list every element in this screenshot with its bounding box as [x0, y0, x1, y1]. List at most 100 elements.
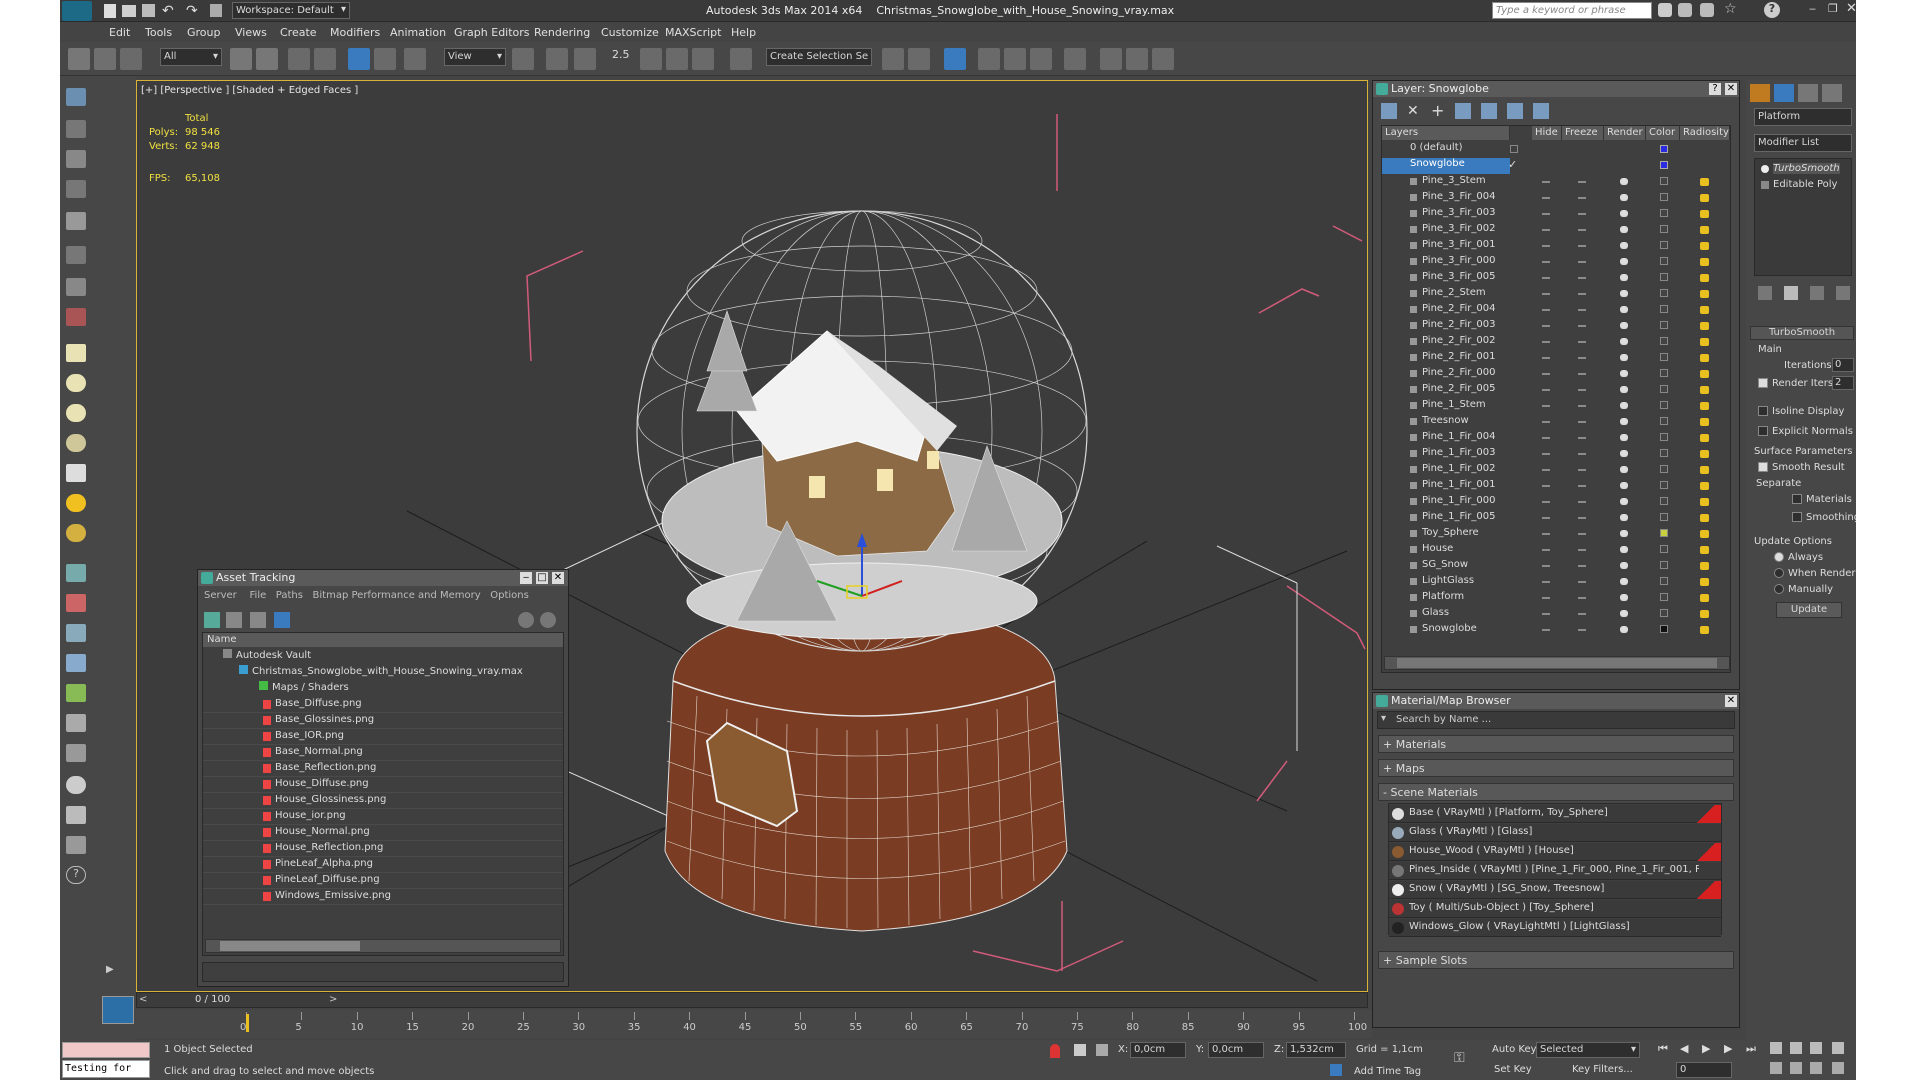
auto-key-button[interactable]: Auto Key — [1492, 1044, 1537, 1055]
material-browser-title[interactable]: Material/Map Browser — [1373, 693, 1739, 709]
layer-manager-icon[interactable] — [944, 48, 966, 70]
hide-toggle[interactable] — [1542, 261, 1550, 263]
help-icon[interactable] — [518, 612, 534, 628]
color-swatch[interactable] — [1660, 289, 1668, 297]
asset-item[interactable]: House_ior.png — [203, 809, 563, 825]
reference-coord-dropdown[interactable]: View ▾ — [444, 48, 506, 66]
freeze-toggle[interactable] — [1578, 229, 1586, 231]
y-coordinate-field[interactable]: 0,0cm — [1208, 1042, 1264, 1058]
layer-object-row[interactable]: Pine_3_Fir_003 — [1382, 206, 1730, 222]
help-icon[interactable]: ? — [66, 866, 86, 884]
smoothing-groups-checkbox[interactable] — [1792, 512, 1802, 522]
layer-object-row[interactable]: Pine_3_Fir_005 — [1382, 270, 1730, 286]
color-swatch[interactable] — [1660, 353, 1668, 361]
maxscript-listener[interactable]: Testing for — [62, 1060, 150, 1078]
spinner-snap-icon[interactable] — [692, 48, 714, 70]
settings-icon[interactable] — [540, 612, 556, 628]
render-teapot-icon[interactable] — [1620, 210, 1628, 217]
menu-customize[interactable]: Customize — [601, 26, 659, 39]
freeze-toggle[interactable] — [1578, 325, 1586, 327]
chevron-down-icon[interactable]: ▾ — [1381, 713, 1386, 724]
key-filters-button[interactable]: Key Filters... — [1572, 1064, 1633, 1075]
thumbnail-view-icon[interactable] — [250, 612, 266, 628]
hide-toggle[interactable] — [1542, 197, 1550, 199]
hide-toggle[interactable] — [1542, 341, 1550, 343]
freeze-toggle[interactable] — [1578, 293, 1586, 295]
layer-row-default[interactable]: 0 (default) — [1382, 142, 1730, 158]
render-teapot-icon[interactable] — [1620, 386, 1628, 393]
render-teapot-icon[interactable] — [1620, 274, 1628, 281]
stack-item-turbosmooth[interactable]: TurboSmooth — [1773, 163, 1840, 174]
edit-named-selection-icon[interactable] — [730, 48, 752, 70]
render-teapot-icon[interactable] — [1620, 594, 1628, 601]
window-crossing-icon[interactable] — [314, 48, 336, 70]
column-header-color[interactable]: Color — [1646, 126, 1680, 140]
layer-object-row[interactable]: Pine_1_Stem — [1382, 398, 1730, 414]
freeze-all-icon[interactable] — [1533, 103, 1549, 119]
hide-toggle[interactable] — [1542, 453, 1550, 455]
freeze-toggle[interactable] — [1578, 341, 1586, 343]
freeze-toggle[interactable] — [1578, 613, 1586, 615]
remove-modifier-icon[interactable] — [1836, 286, 1850, 300]
viewport-label[interactable]: [+] [Perspective ] [Shaded + Edged Faces… — [141, 85, 358, 96]
render-teapot-icon[interactable] — [1620, 562, 1628, 569]
next-frame-icon[interactable]: ▶ — [1724, 1042, 1732, 1055]
toolbar-icon[interactable] — [66, 594, 86, 612]
toolbar-icon[interactable] — [66, 278, 86, 296]
color-swatch[interactable] — [1660, 145, 1668, 153]
color-swatch[interactable] — [1660, 321, 1668, 329]
perspective-viewport[interactable]: [+] [Perspective ] [Shaded + Edged Faces… — [136, 80, 1368, 992]
color-swatch[interactable] — [1660, 529, 1668, 537]
key-mode-dropdown[interactable]: Selected ▾ — [1536, 1042, 1640, 1058]
layer-object-row[interactable]: Toy_Sphere — [1382, 526, 1730, 542]
radiosity-icon[interactable] — [1700, 306, 1709, 314]
layer-object-row[interactable]: House — [1382, 542, 1730, 558]
toolbar-icon[interactable] — [66, 308, 86, 326]
maps-group[interactable]: + Maps — [1378, 759, 1734, 777]
lightbulb-icon[interactable] — [1761, 165, 1769, 173]
x-coordinate-field[interactable]: 0,0cm — [1130, 1042, 1186, 1058]
asset-menu-server[interactable]: Server — [204, 590, 237, 601]
layer-object-row[interactable]: Pine_2_Fir_004 — [1382, 302, 1730, 318]
color-swatch[interactable] — [1660, 609, 1668, 617]
freeze-toggle[interactable] — [1578, 309, 1586, 311]
toolbar-icon[interactable] — [66, 836, 86, 854]
time-slider[interactable]: < 0 / 100 > — [136, 992, 1368, 1008]
align-icon[interactable] — [908, 48, 930, 70]
freeze-toggle[interactable] — [1578, 517, 1586, 519]
radiosity-icon[interactable] — [1700, 466, 1709, 474]
radiosity-icon[interactable] — [1700, 242, 1709, 250]
key-icon[interactable]: ⚿ — [1454, 1050, 1465, 1066]
radiosity-icon[interactable] — [1700, 530, 1709, 538]
radiosity-icon[interactable] — [1700, 194, 1709, 202]
previous-frame-icon[interactable]: ◀ — [1680, 1042, 1688, 1055]
isoline-checkbox[interactable] — [1758, 406, 1768, 416]
link-icon[interactable] — [68, 48, 90, 70]
radiosity-icon[interactable] — [1700, 386, 1709, 394]
z-coordinate-field[interactable]: 1,532cm — [1286, 1042, 1346, 1058]
menu-animation[interactable]: Animation — [390, 26, 446, 39]
asset-menu-paths[interactable]: Paths — [276, 590, 303, 601]
prev-frame-icon[interactable]: < — [139, 994, 147, 1005]
freeze-toggle[interactable] — [1578, 437, 1586, 439]
render-teapot-icon[interactable] — [1620, 466, 1628, 473]
hide-toggle[interactable] — [1542, 613, 1550, 615]
freeze-toggle[interactable] — [1578, 501, 1586, 503]
modifier-list-dropdown[interactable]: Modifier List — [1754, 134, 1852, 152]
column-header-layers[interactable]: Layers — [1382, 126, 1510, 140]
hide-toggle[interactable] — [1542, 325, 1550, 327]
render-teapot-icon[interactable] — [1620, 610, 1628, 617]
communication-icon[interactable] — [1700, 3, 1714, 17]
set-key-button[interactable]: Set Key — [1494, 1064, 1532, 1075]
asset-item[interactable]: House_Glossiness.png — [203, 793, 563, 809]
layer-object-row[interactable]: Pine_1_Fir_000 — [1382, 494, 1730, 510]
color-swatch[interactable] — [1660, 337, 1668, 345]
radiosity-icon[interactable] — [1700, 562, 1709, 570]
help-icon[interactable]: ? — [1764, 2, 1780, 18]
color-swatch[interactable] — [1660, 257, 1668, 265]
toolbar-icon[interactable] — [66, 744, 86, 762]
radiosity-icon[interactable] — [1700, 354, 1709, 362]
new-icon[interactable] — [104, 4, 116, 18]
freeze-toggle[interactable] — [1578, 261, 1586, 263]
color-swatch[interactable] — [1660, 449, 1668, 457]
